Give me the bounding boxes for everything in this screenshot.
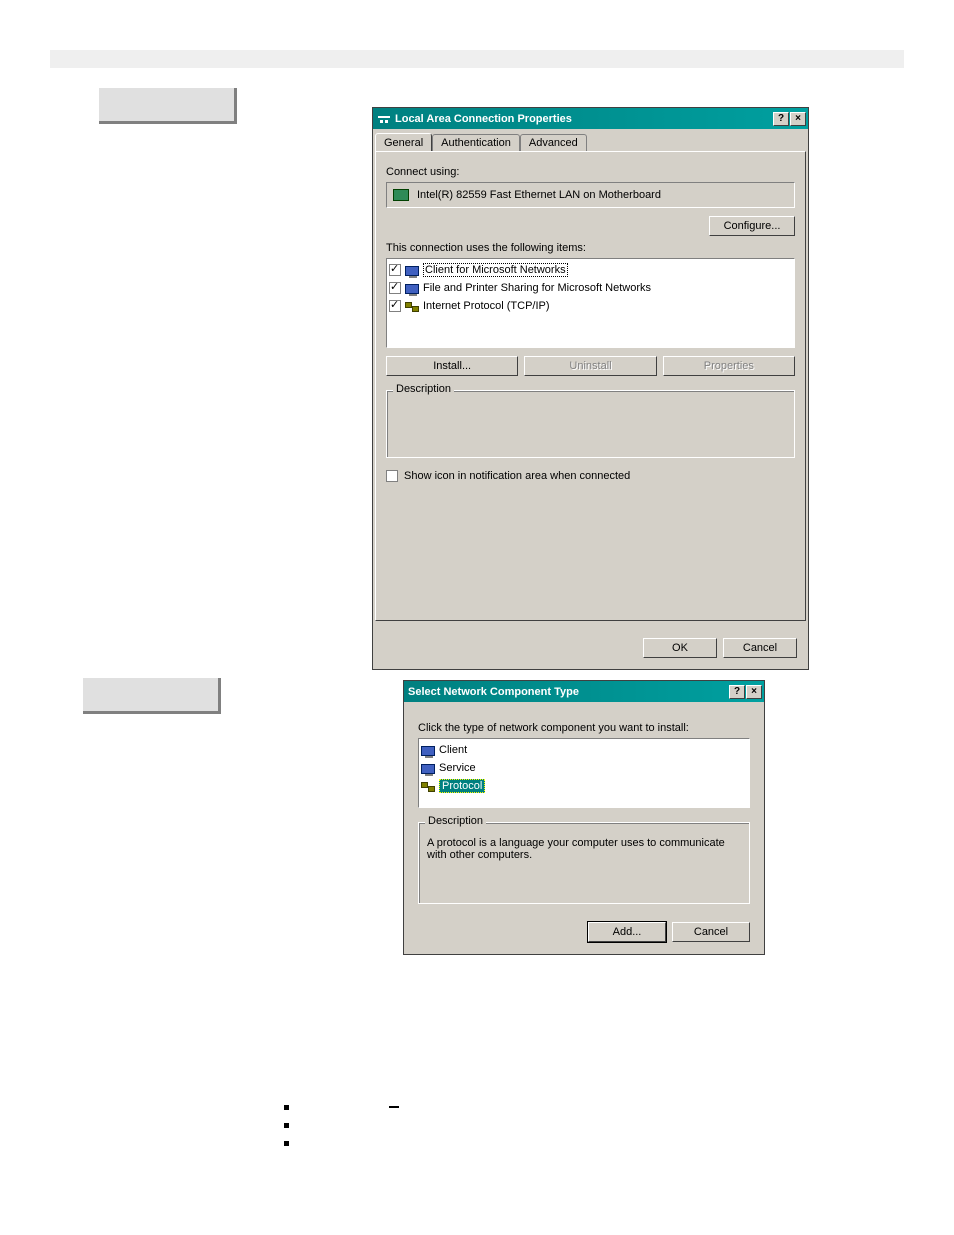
client-icon	[405, 266, 419, 276]
items-label: This connection uses the following items…	[386, 242, 795, 254]
properties-button[interactable]: Properties	[663, 356, 795, 376]
bullet-icon	[284, 1141, 289, 1146]
tab-general[interactable]: General	[375, 133, 432, 151]
show-icon-label: Show icon in notification area when conn…	[404, 470, 630, 482]
dialog-body: Click the type of network component you …	[404, 702, 764, 954]
title-text: Local Area Connection Properties	[395, 113, 772, 125]
description-text: A protocol is a language your computer u…	[427, 837, 741, 861]
titlebar[interactable]: Local Area Connection Properties ? ×	[373, 108, 808, 129]
item-label: Client for Microsoft Networks	[423, 263, 568, 277]
network-icon	[377, 112, 391, 126]
component-listbox[interactable]: Client Service Protocol	[418, 738, 750, 808]
connect-using-label: Connect using:	[386, 166, 795, 178]
help-button[interactable]: ?	[729, 685, 745, 699]
option-label: Protocol	[439, 779, 485, 793]
list-item[interactable]: Client	[421, 741, 747, 759]
cancel-button[interactable]: Cancel	[672, 922, 750, 942]
instruction-label: Click the type of network component you …	[418, 722, 750, 734]
adapter-name: Intel(R) 82559 Fast Ethernet LAN on Moth…	[417, 189, 661, 201]
uninstall-button[interactable]: Uninstall	[524, 356, 656, 376]
bullet-marks	[284, 1098, 484, 1152]
list-item[interactable]: File and Printer Sharing for Microsoft N…	[389, 279, 792, 297]
show-icon-row[interactable]: Show icon in notification area when conn…	[386, 470, 795, 482]
dash-icon	[389, 1106, 399, 1108]
bullet-icon	[284, 1105, 289, 1110]
button-row: Install... Uninstall Properties	[386, 356, 795, 376]
protocol-icon	[421, 782, 435, 792]
description-group: Description A protocol is a language you…	[418, 822, 750, 904]
help-button[interactable]: ?	[773, 112, 789, 126]
protocol-icon	[405, 302, 419, 312]
checkbox[interactable]	[389, 282, 401, 294]
list-item[interactable]: Client for Microsoft Networks	[389, 261, 792, 279]
step-badge-1	[99, 88, 237, 124]
nic-icon	[393, 189, 409, 201]
configure-button[interactable]: Configure...	[709, 216, 795, 236]
show-icon-checkbox[interactable]	[386, 470, 398, 482]
add-button[interactable]: Add...	[588, 922, 666, 942]
description-group: Description	[386, 390, 795, 458]
checkbox[interactable]	[389, 300, 401, 312]
install-button[interactable]: Install...	[386, 356, 518, 376]
client-icon	[421, 746, 435, 756]
checkbox[interactable]	[389, 264, 401, 276]
dialog-lan-properties: Local Area Connection Properties ? × Gen…	[372, 107, 809, 670]
dialog-select-component: Select Network Component Type ? × Click …	[403, 680, 765, 955]
items-listbox[interactable]: Client for Microsoft Networks File and P…	[386, 258, 795, 348]
list-item[interactable]: Protocol	[421, 777, 747, 795]
close-button[interactable]: ×	[746, 685, 762, 699]
tab-advanced[interactable]: Advanced	[520, 134, 587, 152]
tab-panel-general: Connect using: Intel(R) 82559 Fast Ether…	[375, 151, 806, 621]
description-legend: Description	[425, 815, 486, 827]
item-label: Internet Protocol (TCP/IP)	[423, 300, 550, 312]
tab-authentication[interactable]: Authentication	[432, 134, 520, 152]
close-button[interactable]: ×	[790, 112, 806, 126]
header-bar	[50, 50, 904, 68]
list-item[interactable]: Service	[421, 759, 747, 777]
option-label: Service	[439, 762, 476, 774]
service-icon	[405, 284, 419, 294]
title-text: Select Network Component Type	[408, 686, 728, 698]
option-label: Client	[439, 744, 467, 756]
ok-button[interactable]: OK	[643, 638, 717, 658]
titlebar[interactable]: Select Network Component Type ? ×	[404, 681, 764, 702]
description-legend: Description	[393, 383, 454, 395]
service-icon	[421, 764, 435, 774]
tabs: General Authentication Advanced	[375, 133, 808, 151]
list-item[interactable]: Internet Protocol (TCP/IP)	[389, 297, 792, 315]
bullet-icon	[284, 1123, 289, 1128]
cancel-button[interactable]: Cancel	[723, 638, 797, 658]
step-badge-2	[83, 678, 221, 714]
adapter-box: Intel(R) 82559 Fast Ethernet LAN on Moth…	[386, 182, 795, 208]
item-label: File and Printer Sharing for Microsoft N…	[423, 282, 651, 294]
